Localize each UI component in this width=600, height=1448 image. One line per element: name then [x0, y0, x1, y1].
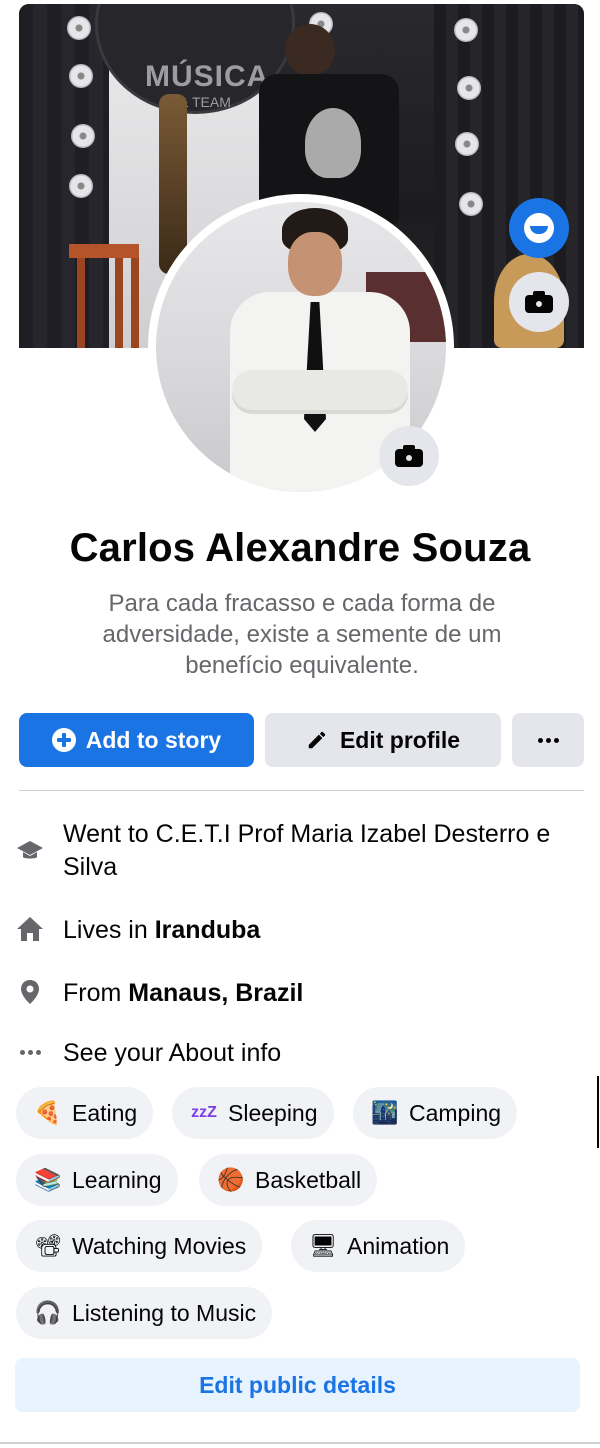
cover-guitar	[159, 94, 187, 274]
edit-cover-photo-button[interactable]	[509, 272, 569, 332]
hobby-chip[interactable]: 🌃 Camping	[353, 1087, 518, 1139]
section-divider	[19, 790, 584, 791]
more-icon	[537, 737, 559, 743]
hanging-disc	[71, 124, 95, 148]
hobby-label: Basketball	[255, 1166, 362, 1193]
profile-name: Carlos Alexandre Souza	[69, 526, 531, 570]
hometown-link[interactable]: Manaus, Brazil	[128, 979, 303, 1007]
books-icon: 📚	[34, 1167, 62, 1192]
scrollbar[interactable]	[597, 1076, 599, 1148]
more-options-button[interactable]	[512, 713, 584, 767]
hobby-label: Watching Movies	[72, 1232, 247, 1259]
info-hometown: From Manaus, Brazil	[15, 977, 575, 1010]
camera-icon	[525, 291, 553, 313]
edit-profile-picture-button[interactable]	[379, 426, 439, 486]
hobby-label: Learning	[72, 1166, 162, 1193]
hanging-disc	[67, 16, 91, 40]
see-about-info-label: See your About info	[63, 1039, 282, 1067]
home-icon	[17, 917, 43, 941]
film-projector-icon: 📽	[34, 1233, 62, 1258]
hobby-label: Sleeping	[228, 1099, 318, 1126]
hobby-chip[interactable]: 📚 Learning	[16, 1154, 178, 1206]
education-text: Went to C.E.T.I Prof Maria Izabel Dester…	[63, 820, 551, 881]
hobby-chip[interactable]: 🎧 Listening to Music	[16, 1287, 273, 1339]
cover-sign-text: MÚSICA	[145, 60, 270, 93]
hanging-disc	[69, 174, 93, 198]
hobby-chip[interactable]: 🍕 Eating	[16, 1087, 154, 1139]
hobby-chip[interactable]: 🏀 Basketball	[199, 1154, 378, 1206]
hobby-chip[interactable]: 📽 Watching Movies	[16, 1220, 263, 1272]
hobby-label: Eating	[72, 1099, 138, 1126]
hobby-label: Camping	[409, 1099, 502, 1126]
from-prefix: From	[63, 979, 129, 1007]
hanging-disc	[455, 132, 479, 156]
graduation-cap-icon	[17, 841, 43, 859]
computer-monitor-icon: 🖥	[309, 1233, 337, 1258]
ellipsis-icon	[15, 1037, 45, 1067]
avatar-button[interactable]	[509, 198, 569, 258]
current-city-link[interactable]: Iranduba	[155, 916, 261, 944]
hanging-disc	[69, 64, 93, 88]
hanging-disc	[457, 76, 481, 100]
avatar-icon	[524, 213, 554, 243]
pencil-icon	[308, 731, 326, 749]
edit-profile-label: Edit profile	[339, 726, 461, 753]
hobby-chip[interactable]: 🖥 Animation	[291, 1220, 466, 1272]
add-to-story-label: Add to story	[85, 726, 222, 753]
hanging-disc	[459, 192, 483, 216]
sleeping-icon: zzZ	[191, 1104, 217, 1121]
cover-stool	[69, 244, 139, 348]
hobby-label: Animation	[347, 1232, 450, 1259]
lives-prefix: Lives in	[63, 916, 155, 944]
edit-profile-button[interactable]: Edit profile	[265, 713, 501, 767]
bottom-divider	[0, 1442, 600, 1444]
camera-icon	[395, 445, 423, 467]
pizza-icon: 🍕	[34, 1100, 62, 1125]
add-to-story-button[interactable]: Add to story	[19, 713, 254, 767]
hanging-disc	[454, 18, 478, 42]
hobby-label: Listening to Music	[72, 1299, 257, 1326]
see-about-info-link[interactable]: See your About info	[15, 1037, 575, 1070]
location-pin-icon	[21, 980, 39, 1004]
hobby-chip[interactable]: zzZ Sleeping	[172, 1087, 334, 1139]
info-education: Went to C.E.T.I Prof Maria Izabel Dester…	[15, 818, 575, 884]
headphones-icon: 🎧	[34, 1300, 62, 1325]
basketball-icon: 🏀	[217, 1167, 245, 1192]
info-current-city: Lives in Iranduba	[15, 914, 575, 947]
plus-circle-icon	[51, 728, 76, 752]
profile-bio: Para cada fracasso e cada forma de adver…	[102, 590, 502, 679]
edit-public-details-button[interactable]: Edit public details	[15, 1358, 580, 1412]
camping-night-icon: 🌃	[371, 1100, 399, 1125]
